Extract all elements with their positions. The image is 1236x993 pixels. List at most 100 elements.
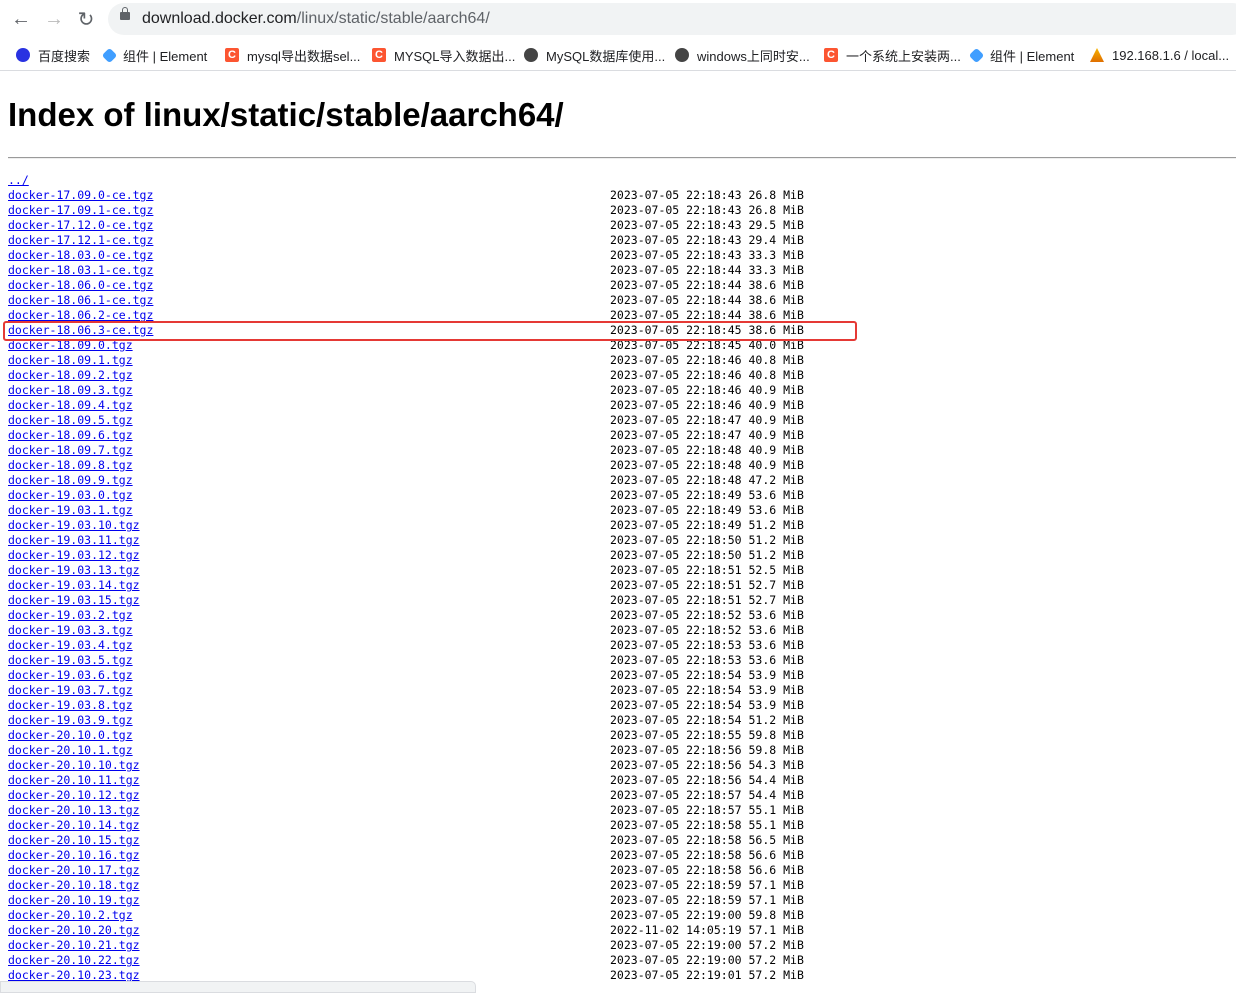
address-bar[interactable]: download.docker.com/linux/static/stable/… [108, 3, 1236, 35]
file-link[interactable]: docker-18.09.9.tgz [8, 473, 133, 488]
file-size: 29.5 MiB [748, 218, 804, 232]
file-link[interactable]: docker-19.03.4.tgz [8, 638, 133, 653]
file-meta: 2023-07-05 22:18:59 57.1 MiB [610, 878, 804, 893]
file-date: 2023-07-05 22:18:58 [610, 863, 742, 877]
file-size: 40.9 MiB [748, 458, 804, 472]
file-size: 47.2 MiB [748, 473, 804, 487]
file-link[interactable]: docker-17.12.1-ce.tgz [8, 233, 153, 248]
file-link[interactable]: docker-18.09.5.tgz [8, 413, 133, 428]
file-link[interactable]: docker-20.10.17.tgz [8, 863, 140, 878]
file-link[interactable]: docker-20.10.18.tgz [8, 878, 140, 893]
reload-icon[interactable]: ↻ [73, 6, 99, 32]
file-link[interactable]: docker-19.03.2.tgz [8, 608, 133, 623]
file-link[interactable]: docker-18.03.0-ce.tgz [8, 248, 153, 263]
file-link[interactable]: docker-20.10.0.tgz [8, 728, 133, 743]
bookmark-item[interactable]: 百度搜索 [16, 46, 90, 64]
bookmark-item[interactable]: C 一个系统上安装两... [824, 46, 961, 64]
file-link[interactable]: docker-20.10.2.tgz [8, 908, 133, 923]
file-size: 40.8 MiB [748, 353, 804, 367]
file-link[interactable]: docker-19.03.7.tgz [8, 683, 133, 698]
file-link[interactable]: docker-19.03.15.tgz [8, 593, 140, 608]
file-meta: 2023-07-05 22:18:44 38.6 MiB [610, 278, 804, 293]
bookmark-item[interactable]: 组件 | Element [101, 46, 207, 64]
bookmark-item[interactable]: windows上同时安... [675, 46, 810, 64]
parent-directory-link[interactable]: ../ [8, 173, 29, 188]
file-date: 2023-07-05 22:18:49 [610, 503, 742, 517]
file-meta: 2023-07-05 22:19:00 57.2 MiB [610, 953, 804, 968]
file-link[interactable]: docker-18.03.1-ce.tgz [8, 263, 153, 278]
file-date: 2023-07-05 22:18:44 [610, 293, 742, 307]
bookmark-item[interactable]: 192.168.1.6 / local... [1090, 46, 1229, 64]
url-host: download.docker.com [142, 10, 297, 27]
file-date: 2023-07-05 22:18:54 [610, 668, 742, 682]
file-date: 2023-07-05 22:18:51 [610, 578, 742, 592]
file-link[interactable]: docker-18.06.1-ce.tgz [8, 293, 153, 308]
file-date: 2023-07-05 22:18:56 [610, 758, 742, 772]
file-link[interactable]: docker-18.09.1.tgz [8, 353, 133, 368]
bookmark-item[interactable]: MySQL数据库使用... [524, 46, 665, 64]
file-date: 2023-07-05 22:18:49 [610, 518, 742, 532]
file-size: 53.6 MiB [748, 488, 804, 502]
file-link[interactable]: docker-18.09.6.tgz [8, 428, 133, 443]
file-size: 52.5 MiB [748, 563, 804, 577]
file-link[interactable]: docker-20.10.11.tgz [8, 773, 140, 788]
file-link[interactable]: docker-17.09.1-ce.tgz [8, 203, 153, 218]
file-link[interactable]: docker-19.03.12.tgz [8, 548, 140, 563]
file-date: 2023-07-05 22:18:56 [610, 773, 742, 787]
file-size: 59.8 MiB [748, 743, 804, 757]
file-link[interactable]: docker-18.09.7.tgz [8, 443, 133, 458]
file-link[interactable]: docker-20.10.15.tgz [8, 833, 140, 848]
lock-icon [120, 7, 130, 20]
forward-arrow-icon[interactable]: → [41, 6, 67, 32]
file-link[interactable]: docker-18.09.2.tgz [8, 368, 133, 383]
file-meta: 2023-07-05 22:18:47 40.9 MiB [610, 428, 804, 443]
file-link[interactable]: docker-20.10.22.tgz [8, 953, 140, 968]
file-size: 55.1 MiB [748, 818, 804, 832]
bookmark-item[interactable]: C MYSQL导入数据出... [372, 46, 515, 64]
bookmark-label: 组件 | Element [990, 48, 1075, 64]
highlight-box [3, 321, 857, 341]
file-link[interactable]: docker-19.03.11.tgz [8, 533, 140, 548]
file-link[interactable]: docker-19.03.13.tgz [8, 563, 140, 578]
file-link[interactable]: docker-20.10.20.tgz [8, 923, 140, 938]
file-date: 2023-07-05 22:19:01 [610, 968, 742, 982]
file-link[interactable]: docker-20.10.1.tgz [8, 743, 133, 758]
file-link[interactable]: docker-20.10.10.tgz [8, 758, 140, 773]
back-arrow-icon[interactable]: ← [8, 6, 34, 32]
file-link[interactable]: docker-20.10.19.tgz [8, 893, 140, 908]
file-link[interactable]: docker-19.03.3.tgz [8, 623, 133, 638]
bookmark-item[interactable]: 组件 | Element [968, 46, 1075, 64]
file-link[interactable]: docker-20.10.14.tgz [8, 818, 140, 833]
file-date: 2023-07-05 22:18:59 [610, 893, 742, 907]
file-link[interactable]: docker-20.10.16.tgz [8, 848, 140, 863]
file-meta: 2023-07-05 22:18:44 38.6 MiB [610, 293, 804, 308]
file-size: 55.1 MiB [748, 803, 804, 817]
file-meta: 2023-07-05 22:18:48 40.9 MiB [610, 458, 804, 473]
file-link[interactable]: docker-18.09.4.tgz [8, 398, 133, 413]
file-link[interactable]: docker-17.09.0-ce.tgz [8, 188, 153, 203]
file-link[interactable]: docker-20.10.12.tgz [8, 788, 140, 803]
file-link[interactable]: docker-19.03.1.tgz [8, 503, 133, 518]
file-meta: 2023-07-05 22:18:59 57.1 MiB [610, 893, 804, 908]
file-link[interactable]: docker-17.12.0-ce.tgz [8, 218, 153, 233]
file-link[interactable]: docker-19.03.10.tgz [8, 518, 140, 533]
file-link[interactable]: docker-19.03.0.tgz [8, 488, 133, 503]
file-size: 38.6 MiB [748, 278, 804, 292]
file-link[interactable]: docker-19.03.6.tgz [8, 668, 133, 683]
file-link[interactable]: docker-19.03.14.tgz [8, 578, 140, 593]
file-link[interactable]: docker-19.03.9.tgz [8, 713, 133, 728]
file-link[interactable]: docker-18.09.8.tgz [8, 458, 133, 473]
file-link[interactable]: docker-20.10.13.tgz [8, 803, 140, 818]
file-link[interactable]: docker-19.03.8.tgz [8, 698, 133, 713]
file-size: 57.1 MiB [748, 923, 804, 937]
file-link[interactable]: docker-18.09.3.tgz [8, 383, 133, 398]
file-link[interactable]: docker-20.10.21.tgz [8, 938, 140, 953]
bookmark-item[interactable]: Cmysql导出数据sel... [225, 46, 360, 64]
file-link[interactable]: docker-18.06.0-ce.tgz [8, 278, 153, 293]
file-date: 2023-07-05 22:18:46 [610, 368, 742, 382]
browser-toolbar: ← → ↻ download.docker.com/linux/static/s… [0, 0, 1236, 38]
file-meta: 2023-07-05 22:18:46 40.9 MiB [610, 383, 804, 398]
file-meta: 2023-07-05 22:18:50 51.2 MiB [610, 533, 804, 548]
file-link[interactable]: docker-19.03.5.tgz [8, 653, 133, 668]
bookmark-label: 一个系统上安装两... [846, 48, 961, 64]
